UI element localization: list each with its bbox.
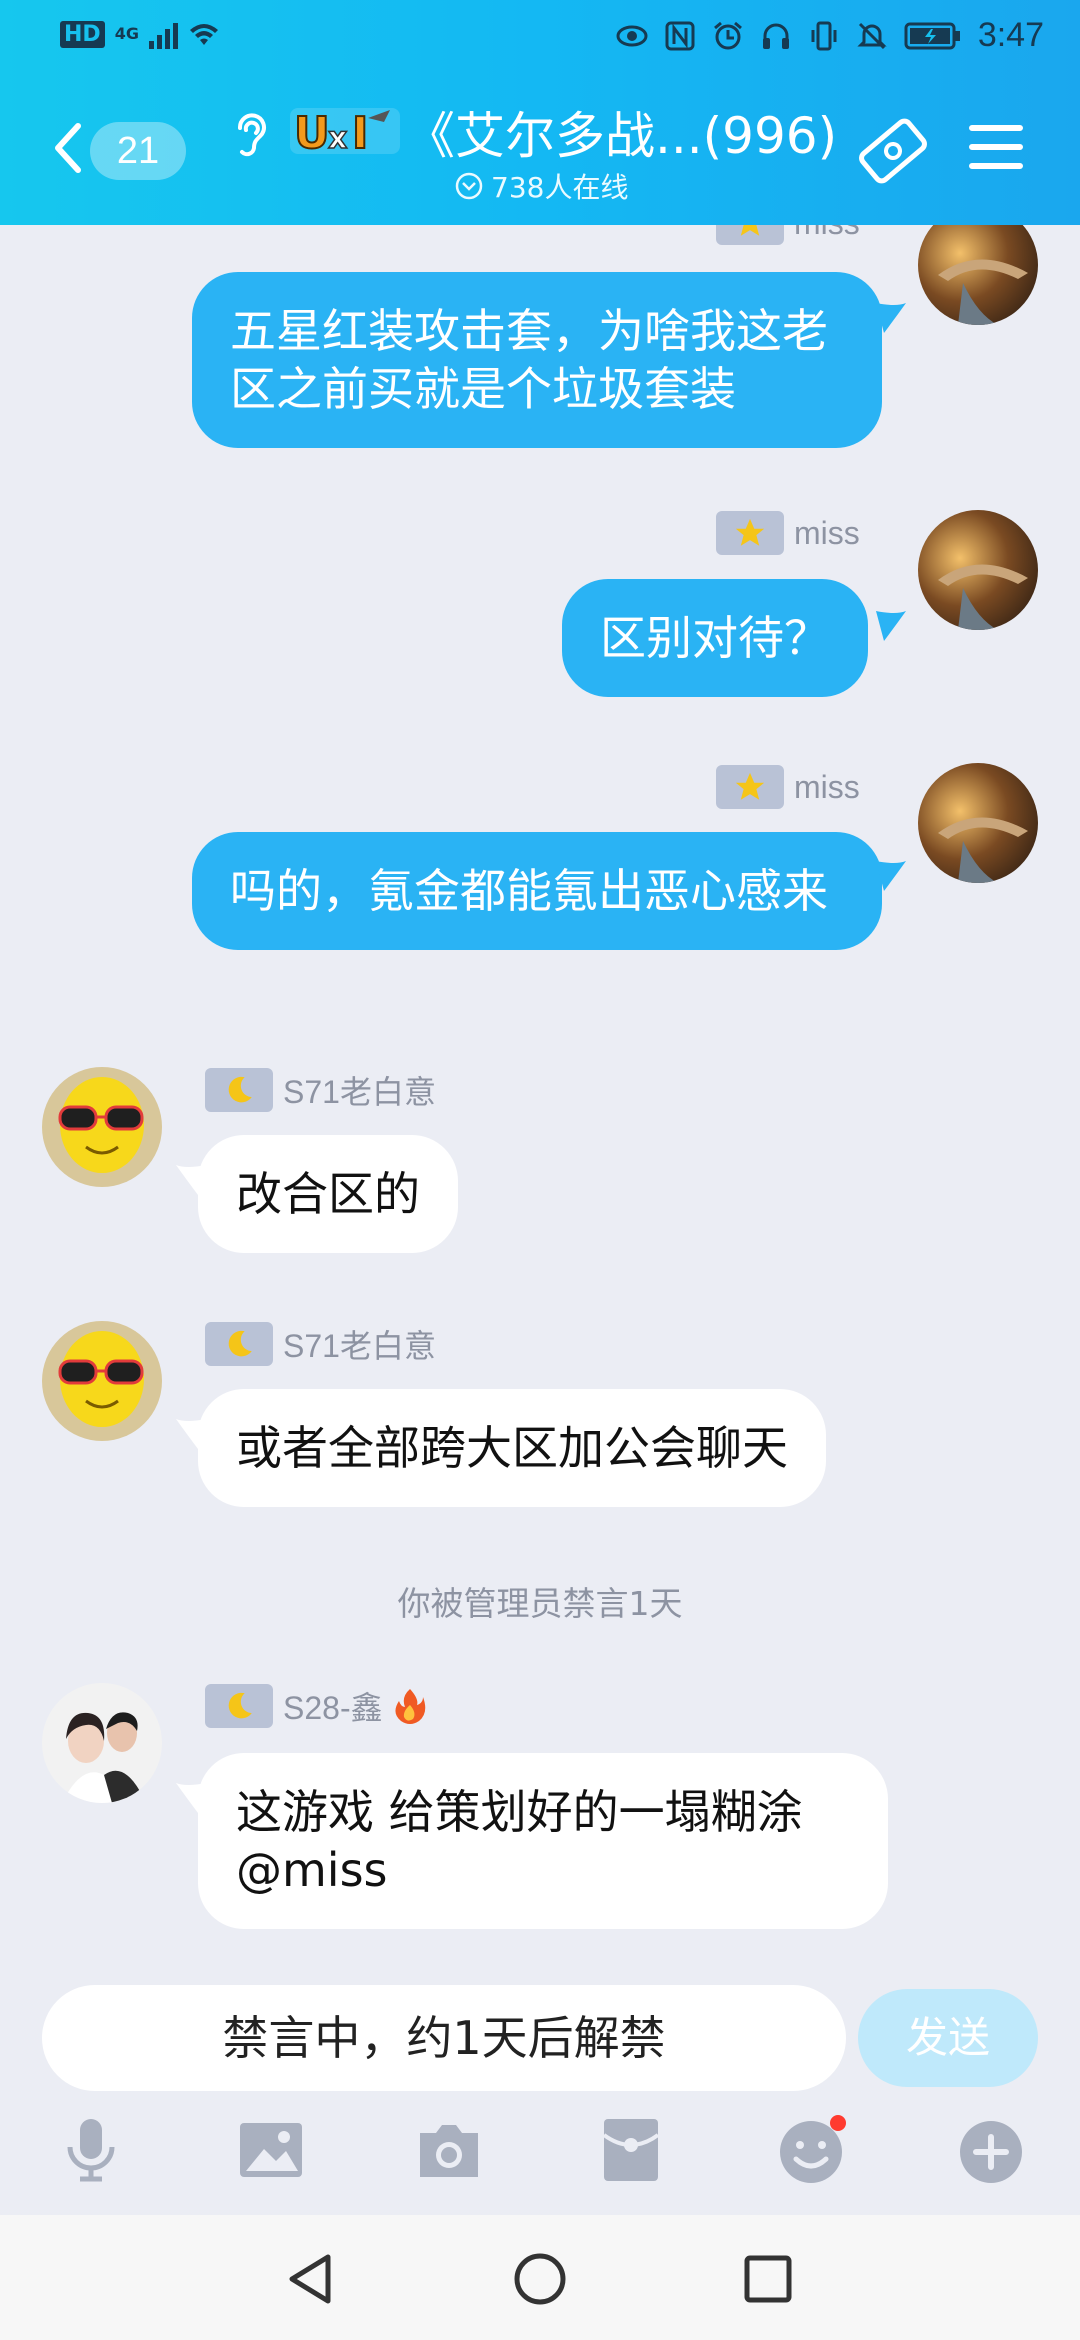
message-input[interactable]: 禁言中，约1天后解禁 bbox=[42, 1985, 846, 2091]
bubble-tail bbox=[176, 1165, 206, 1195]
bubble-tail bbox=[876, 611, 906, 641]
mic-icon[interactable] bbox=[56, 2115, 126, 2185]
message-bubble[interactable]: 这游戏 给策划好的一塌糊涂@miss bbox=[198, 1753, 888, 1929]
fire-icon bbox=[395, 1689, 425, 1724]
message-bubble[interactable]: 吗的，氪金都能氪出恶心感来 bbox=[192, 832, 882, 950]
nav-home-icon[interactable] bbox=[512, 2251, 568, 2307]
avatar[interactable] bbox=[42, 1321, 162, 1441]
nfc-icon bbox=[665, 21, 695, 50]
online-status: 738人在线 bbox=[455, 166, 628, 206]
bubble-tail bbox=[176, 1419, 206, 1449]
moon-badge-icon bbox=[205, 1322, 273, 1366]
sender-name: S71老白意 bbox=[283, 1328, 436, 1364]
red-packet-icon[interactable] bbox=[596, 2115, 666, 2185]
wifi-icon bbox=[189, 24, 218, 45]
moon-badge-icon bbox=[205, 1684, 273, 1728]
message-sender-tag: miss bbox=[716, 225, 860, 245]
message-bubble[interactable]: 五星红装攻击套，为啥我这老区之前买就是个垃圾套装 bbox=[192, 272, 882, 448]
input-bar: 禁言中，约1天后解禁 发送 bbox=[0, 1985, 1080, 2215]
battery-icon bbox=[904, 22, 960, 49]
message-sender-tag: S28-鑫 bbox=[205, 1683, 427, 1729]
camera-icon[interactable] bbox=[414, 2115, 484, 2185]
ticket-icon[interactable] bbox=[855, 116, 931, 186]
system-nav-bar bbox=[0, 2215, 1080, 2340]
svg-text:U: U bbox=[294, 108, 330, 159]
unread-count-badge[interactable]: 21 bbox=[90, 122, 186, 180]
sender-name: S28-鑫 bbox=[283, 1690, 383, 1726]
avatar[interactable] bbox=[918, 225, 1038, 325]
sender-name: S71老白意 bbox=[283, 1074, 436, 1110]
image-icon[interactable] bbox=[236, 2115, 306, 2185]
bubble-tail bbox=[176, 1783, 206, 1813]
message-bubble[interactable]: 区别对待？ bbox=[562, 579, 868, 697]
group-title[interactable]: 《艾尔多战...(996) bbox=[405, 96, 837, 168]
emoji-icon[interactable] bbox=[776, 2115, 846, 2185]
svg-text:x: x bbox=[328, 121, 347, 156]
sender-name: miss bbox=[794, 225, 860, 242]
message-sender-tag: S71老白意 bbox=[205, 1067, 436, 1113]
sender-name: miss bbox=[794, 768, 860, 805]
message-sender-tag: miss bbox=[716, 765, 860, 809]
star-badge-icon bbox=[716, 511, 784, 555]
send-button[interactable]: 发送 bbox=[858, 1989, 1038, 2087]
svg-text:I: I bbox=[352, 108, 368, 159]
alarm-icon bbox=[713, 21, 742, 49]
clock: 3:47 bbox=[977, 16, 1044, 54]
headset-icon bbox=[762, 23, 789, 49]
bubble-tail bbox=[876, 861, 906, 891]
bubble-tail bbox=[876, 303, 906, 333]
vibrate-icon bbox=[811, 21, 837, 50]
avatar[interactable] bbox=[918, 763, 1038, 883]
signal-icon bbox=[148, 19, 178, 49]
chevron-circle-icon bbox=[455, 172, 483, 200]
plus-icon[interactable] bbox=[956, 2115, 1026, 2185]
star-badge-icon bbox=[716, 225, 784, 245]
menu-icon[interactable] bbox=[968, 122, 1024, 172]
back-icon[interactable] bbox=[48, 118, 88, 178]
message-sender-tag: S71老白意 bbox=[205, 1321, 436, 1367]
chat-list[interactable]: miss 五星红装攻击套，为啥我这老区之前买就是个垃圾套装 miss 区别对待？… bbox=[0, 225, 1080, 1985]
moon-badge-icon bbox=[205, 1068, 273, 1112]
network-type: 4G bbox=[114, 24, 139, 43]
avatar[interactable] bbox=[42, 1683, 162, 1803]
nav-recents-icon[interactable] bbox=[742, 2253, 794, 2305]
toolbar bbox=[0, 2115, 1080, 2205]
system-notice: 你被管理员禁言1天 bbox=[397, 1584, 683, 1623]
header-bar: HD 4G 3:47 21 U x I 《艾尔多战...(996) 738人在线 bbox=[0, 0, 1080, 225]
group-logo: U x I bbox=[290, 107, 400, 160]
mute-icon bbox=[857, 22, 887, 49]
message-bubble[interactable]: 改合区的 bbox=[198, 1135, 458, 1253]
star-badge-icon bbox=[716, 765, 784, 809]
online-count: 738人在线 bbox=[491, 171, 629, 204]
eye-icon bbox=[616, 25, 648, 46]
hd-indicator: HD bbox=[60, 20, 105, 48]
avatar[interactable] bbox=[42, 1067, 162, 1187]
status-bar: HD 4G 3:47 bbox=[0, 0, 1080, 75]
message-sender-tag: miss bbox=[716, 511, 860, 555]
avatar[interactable] bbox=[918, 510, 1038, 630]
nav-back-icon[interactable] bbox=[284, 2251, 336, 2307]
ear-icon[interactable] bbox=[230, 108, 270, 162]
message-bubble[interactable]: 或者全部跨大区加公会聊天 bbox=[198, 1389, 826, 1507]
sender-name: miss bbox=[794, 514, 860, 551]
